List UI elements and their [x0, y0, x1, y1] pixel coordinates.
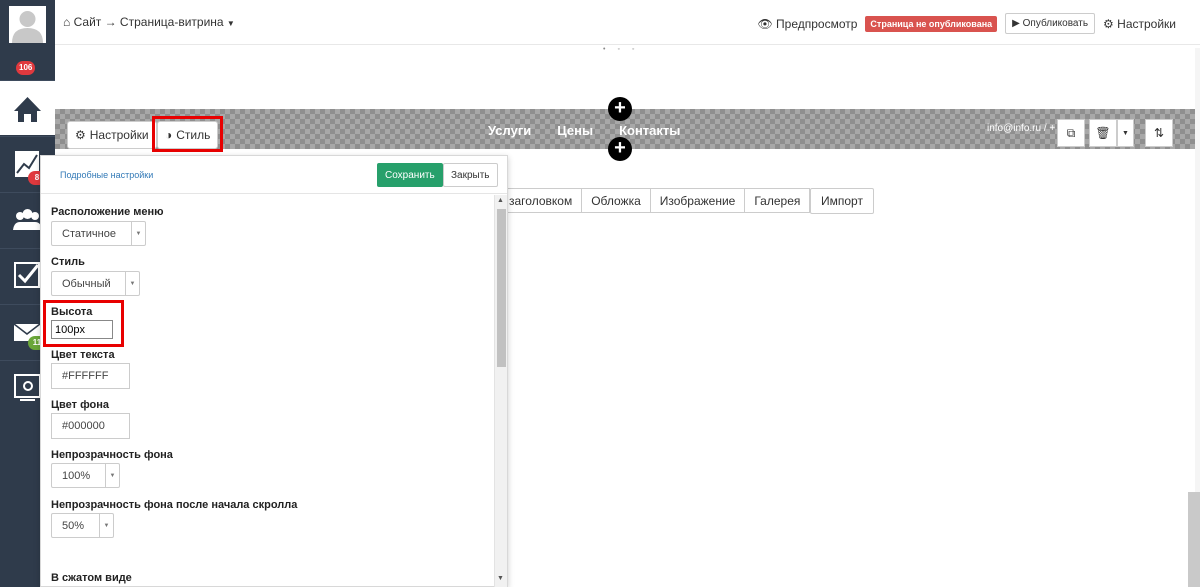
eye-icon: 👁	[757, 16, 773, 31]
caret-down-icon: ▼	[1122, 129, 1129, 137]
add-block-below-button[interactable]: +	[608, 137, 632, 161]
scroll-opacity-label: Непрозрачность фона после начала скролла	[51, 499, 298, 511]
panel-header: Подробные настройки Сохранить Закрыть	[41, 156, 507, 194]
panel-scrollbar[interactable]: ▲ ▼	[494, 195, 507, 587]
caret-down-icon: ▼	[226, 19, 235, 28]
header-actions: 👁 Предпросмотр Страница не опубликована …	[757, 13, 1176, 34]
trash-icon: 🗑	[1095, 126, 1111, 140]
bg-opacity-value: 100%	[62, 469, 91, 482]
add-block-above-button[interactable]: +	[608, 97, 632, 121]
bg-opacity-label: Непрозрачность фона	[51, 449, 173, 461]
page-scroll-thumb[interactable]	[1188, 492, 1200, 587]
sort-tools: ⇅	[1145, 119, 1173, 147]
collapsed-label: В сжатом виде	[51, 572, 132, 584]
status-badge: Страница не опубликована	[865, 15, 998, 32]
sort-icon: ⇅	[1153, 126, 1165, 140]
save-button[interactable]: Сохранить	[377, 163, 443, 187]
menu-position-select[interactable]: Статичное ▼	[51, 221, 146, 246]
scrollbar-thumb[interactable]	[497, 209, 506, 367]
tab-settings-label: Настройки	[89, 128, 149, 142]
top-header: ⌂ Сайт → Страница-витрина ▼ 👁 Предпросмо…	[55, 0, 1200, 45]
panel-body: Расположение меню Статичное ▼ Стиль Обыч…	[41, 195, 493, 587]
plus-icon: +	[614, 97, 626, 119]
bg-color-input[interactable]: #000000	[51, 413, 130, 439]
publish-label: Опубликовать	[1022, 18, 1089, 29]
nav-link-services[interactable]: Услуги	[488, 123, 531, 138]
settings-label: Настройки	[1117, 16, 1176, 31]
menu-position-label: Расположение меню	[51, 206, 164, 218]
chevron-down-icon: ▼	[131, 222, 145, 245]
reorder-button[interactable]: ⇅	[1145, 119, 1173, 147]
nav-links: Услуги Цены Контакты	[488, 123, 680, 138]
scroll-opacity-value: 50%	[62, 519, 85, 532]
menu-position-value: Статичное	[62, 227, 116, 240]
block-tools: ⧉ 🗑 ▼	[1057, 119, 1134, 147]
play-icon: ▶	[1012, 18, 1020, 29]
user-avatar-icon	[9, 6, 46, 43]
tab-settings[interactable]: ⚙ Настройки	[67, 121, 157, 149]
plus-icon: +	[614, 137, 626, 159]
text-color-input[interactable]: #FFFFFF	[51, 363, 130, 389]
chevron-down-icon: ▼	[105, 464, 119, 487]
copy-button[interactable]: ⧉	[1057, 119, 1085, 147]
preview-label: Предпросмотр	[776, 16, 858, 31]
home-icon	[14, 97, 41, 122]
detailed-settings-link[interactable]: Подробные настройки	[60, 170, 153, 180]
scroll-opacity-select[interactable]: 50% ▼	[51, 513, 114, 538]
type-tab-header[interactable]: заголовком	[499, 188, 583, 213]
sidebar-item-home[interactable]	[0, 80, 55, 135]
import-button[interactable]: Импорт	[810, 188, 874, 214]
highlight-style-tab	[152, 116, 223, 152]
block-type-tabs: заголовком Обложка Изображение Галерея	[499, 188, 811, 213]
preview-link[interactable]: 👁 Предпросмотр	[757, 17, 857, 31]
close-button[interactable]: Закрыть	[443, 163, 498, 187]
type-tab-gallery[interactable]: Галерея	[744, 188, 811, 213]
breadcrumb-text: Сайт → Страница-витрина	[73, 15, 224, 29]
style-value: Обычный	[62, 277, 111, 290]
copy-icon: ⧉	[1066, 125, 1076, 140]
breadcrumb[interactable]: ⌂ Сайт → Страница-витрина ▼	[63, 15, 235, 29]
chevron-down-icon: ▼	[125, 272, 139, 295]
user-avatar[interactable]: 106	[0, 0, 55, 75]
scroll-down-icon[interactable]: ▼	[497, 575, 504, 582]
bg-color-label: Цвет фона	[51, 399, 110, 411]
publish-button[interactable]: ▶ Опубликовать	[1005, 13, 1096, 34]
gear-icon: ⚙	[75, 128, 86, 142]
style-select[interactable]: Обычный ▼	[51, 271, 140, 296]
type-tab-image[interactable]: Изображение	[649, 188, 746, 213]
nav-link-contacts[interactable]: Контакты	[619, 123, 680, 138]
more-dropdown[interactable]: ▼	[1117, 119, 1134, 147]
type-tab-cover[interactable]: Обложка	[581, 188, 651, 213]
import-group: Импорт	[810, 188, 874, 214]
nav-link-prices[interactable]: Цены	[557, 123, 593, 138]
gear-icon: ⚙	[1103, 16, 1114, 31]
notification-badge: 106	[16, 61, 36, 75]
home-icon: ⌂	[63, 15, 71, 29]
style-label: Стиль	[51, 256, 85, 268]
scroll-up-icon[interactable]: ▲	[497, 197, 504, 204]
settings-link[interactable]: ⚙ Настройки	[1103, 17, 1176, 31]
bg-opacity-select[interactable]: 100% ▼	[51, 463, 120, 488]
delete-button[interactable]: 🗑	[1089, 119, 1117, 147]
style-settings-panel: Подробные настройки Сохранить Закрыть Ра…	[40, 155, 508, 587]
highlight-height-field	[43, 300, 124, 347]
text-color-label: Цвет текста	[51, 349, 115, 361]
chevron-down-icon: ▼	[99, 514, 113, 537]
drag-handle-dots[interactable]: • ◦ ◦	[603, 46, 639, 53]
contact-text: info@info.ru / +	[987, 123, 1056, 134]
